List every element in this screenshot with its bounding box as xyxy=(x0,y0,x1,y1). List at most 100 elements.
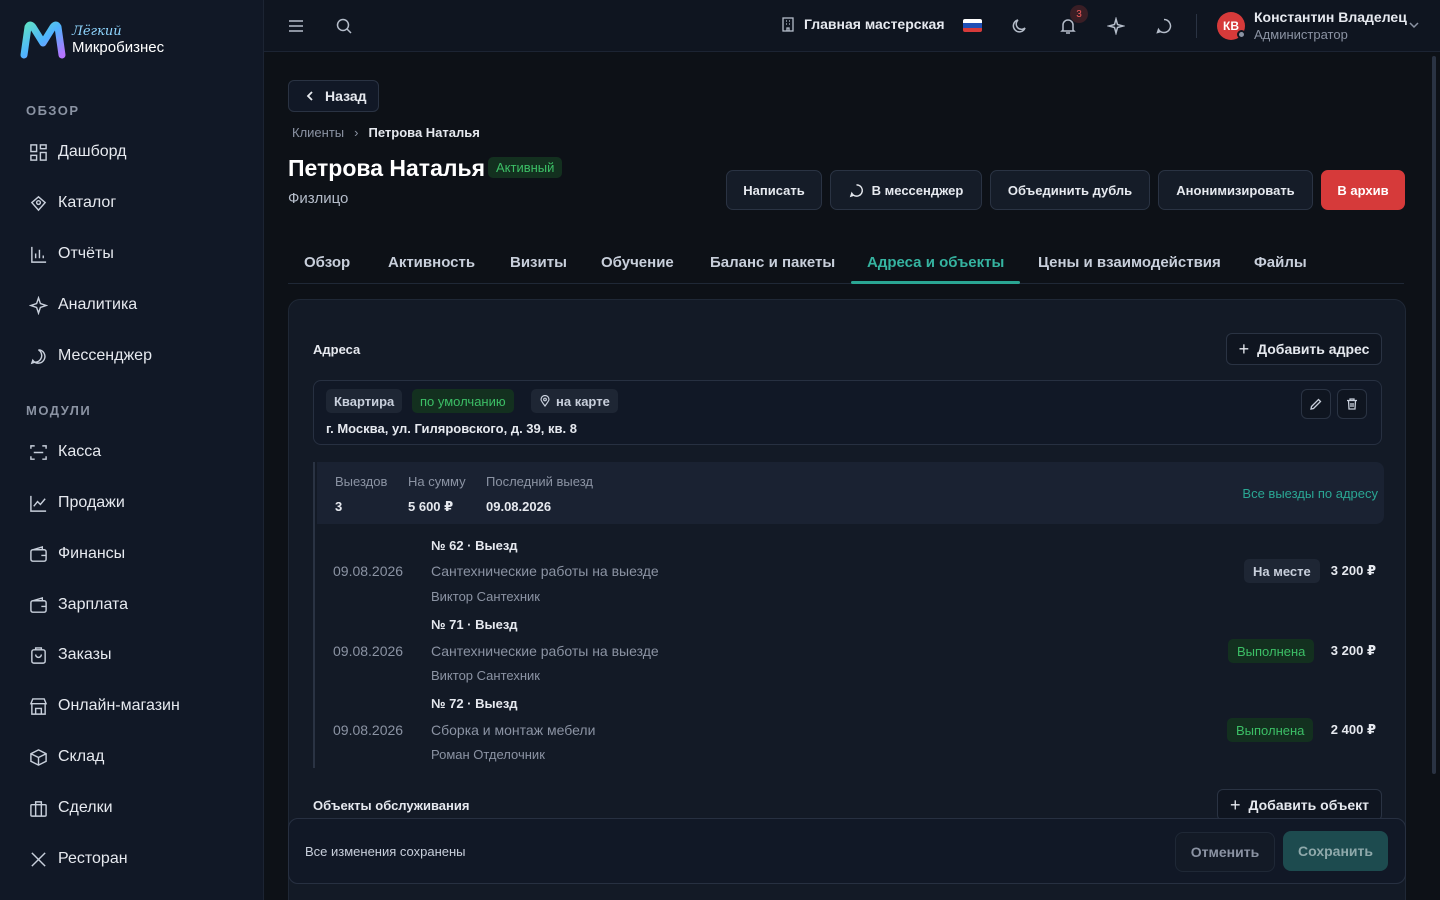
logo-icon xyxy=(20,21,66,59)
messenger-icon xyxy=(28,346,48,366)
sidebar-item-messenger[interactable]: Мессенджер xyxy=(28,344,152,368)
sidebar-item-catalog[interactable]: Каталог xyxy=(28,191,116,215)
sidebar-item-label: Склад xyxy=(58,748,105,765)
sidebar-item-dashboard[interactable]: Дашборд xyxy=(28,140,127,164)
shop-icon xyxy=(28,696,48,716)
sidebar-item-label: Аналитика xyxy=(58,296,138,313)
messenger-button[interactable]: В мессенджер xyxy=(830,170,982,210)
add-address-button[interactable]: + Добавить адрес xyxy=(1226,333,1382,365)
map-chip[interactable]: на карте xyxy=(531,389,618,413)
chevron-left-icon xyxy=(306,91,313,101)
trip-person: Виктор Сантехник xyxy=(431,668,540,683)
tab-balance[interactable]: Баланс и пакеты xyxy=(710,254,835,271)
workshop-label: Главная мастерская xyxy=(804,16,945,32)
trip-person: Роман Отделочник xyxy=(431,747,545,762)
sidebar-item-analytics[interactable]: Аналитика xyxy=(28,293,137,317)
tab-training[interactable]: Обучение xyxy=(601,254,674,271)
add-address-label: Добавить адрес xyxy=(1257,341,1370,357)
chevron-down-icon[interactable] xyxy=(1407,18,1421,32)
tab-activity[interactable]: Активность xyxy=(388,254,475,271)
map-pin-icon xyxy=(540,395,550,407)
tab-addresses[interactable]: Адреса и объекты xyxy=(867,254,1004,271)
edit-address-button[interactable] xyxy=(1301,389,1331,419)
workshop-selector[interactable]: Главная мастерская xyxy=(780,16,945,32)
chat-icon[interactable] xyxy=(1154,16,1174,36)
trip-amount: 3 200 ₽ xyxy=(1330,563,1376,578)
theme-moon-icon[interactable] xyxy=(1010,16,1030,36)
trip-status-badge: Выполнена xyxy=(1227,718,1314,742)
sidebar-item-shop[interactable]: Онлайн-магазин xyxy=(28,694,180,718)
address-card: Квартира по умолчанию на карте г. Москва… xyxy=(313,380,1382,445)
anonymize-label: Анонимизировать xyxy=(1176,182,1295,198)
last-trip-label: Последний выезд xyxy=(486,474,593,489)
trips-count-value: 3 xyxy=(335,499,343,514)
cashbox-icon xyxy=(28,442,48,462)
breadcrumb: Клиенты › Петрова Наталья xyxy=(292,125,480,140)
sparkle-icon[interactable] xyxy=(1106,16,1126,36)
chat-icon xyxy=(849,183,863,197)
anonymize-button[interactable]: Анонимизировать xyxy=(1158,170,1313,210)
brand-tagline: Лёгкий xyxy=(72,24,122,39)
deals-icon xyxy=(28,798,48,818)
search-icon[interactable] xyxy=(334,16,354,36)
scrollbar[interactable] xyxy=(1432,56,1436,774)
tab-files[interactable]: Файлы xyxy=(1254,254,1307,271)
trip-title: № 62 · Выезд xyxy=(431,538,518,553)
sidebar-item-restaurant[interactable]: Ресторан xyxy=(28,847,128,871)
sidebar-item-reports[interactable]: Отчёты xyxy=(28,242,114,266)
sidebar-item-label: Онлайн-магазин xyxy=(58,697,180,714)
trip-description: Сантехнические работы на выезде xyxy=(431,563,659,579)
brand-logo[interactable]: Лёгкий Микробизнес xyxy=(20,20,164,60)
back-button[interactable]: Назад xyxy=(288,80,379,112)
write-label: Написать xyxy=(743,182,805,198)
default-chip: по умолчанию xyxy=(412,389,514,413)
merge-label: Объединить дубль xyxy=(1007,182,1133,198)
sidebar-item-deals[interactable]: Сделки xyxy=(28,796,113,820)
sidebar-item-sales[interactable]: Продажи xyxy=(28,491,125,515)
archive-label: В архив xyxy=(1337,182,1389,198)
status-badge: Активный xyxy=(488,157,563,178)
save-button[interactable]: Сохранить xyxy=(1283,831,1388,871)
trips-sum-label: На сумму xyxy=(408,474,466,489)
all-trips-link[interactable]: Все выезды по адресу xyxy=(1242,486,1378,501)
sidebar-item-payroll[interactable]: Зарплата xyxy=(28,593,128,617)
tab-prices[interactable]: Цены и взаимодействия xyxy=(1038,254,1221,271)
main-content: Назад Клиенты › Петрова Наталья Петрова … xyxy=(264,52,1430,900)
save-status: Все изменения сохранены xyxy=(305,844,466,859)
language-flag-icon[interactable] xyxy=(963,19,982,32)
sidebar-item-cashbox[interactable]: Касса xyxy=(28,440,101,464)
write-button[interactable]: Написать xyxy=(726,170,822,210)
merge-duplicate-button[interactable]: Объединить дубль xyxy=(990,170,1150,210)
sidebar-item-label: Зарплата xyxy=(58,596,129,613)
trip-person: Виктор Сантехник xyxy=(431,589,540,604)
delete-address-button[interactable] xyxy=(1337,389,1367,419)
sidebar-item-label: Касса xyxy=(58,443,102,460)
sidebar: Лёгкий Микробизнес ОБЗОР Дашборд Каталог… xyxy=(0,0,264,900)
cancel-button[interactable]: Отменить xyxy=(1175,832,1275,872)
objects-title: Объекты обслуживания xyxy=(313,798,470,813)
orders-icon xyxy=(28,645,48,665)
brand-name: Микробизнес xyxy=(72,39,165,56)
sidebar-item-orders[interactable]: Заказы xyxy=(28,643,111,667)
tab-overview[interactable]: Обзор xyxy=(304,254,350,271)
archive-button[interactable]: В архив xyxy=(1321,170,1405,210)
trip-date: 09.08.2026 xyxy=(333,722,404,738)
breadcrumb-clients[interactable]: Клиенты xyxy=(292,125,344,140)
addresses-title: Адреса xyxy=(313,342,361,357)
sidebar-item-label: Дашборд xyxy=(58,143,127,160)
topbar-divider xyxy=(1196,14,1197,38)
map-chip-label: на карте xyxy=(556,393,610,409)
dashboard-icon xyxy=(28,142,48,162)
presence-dot xyxy=(1237,30,1246,39)
sidebar-item-label: Финансы xyxy=(58,545,126,562)
topbar: Главная мастерская 3 КВ Константин Владе… xyxy=(264,0,1440,52)
add-object-button[interactable]: + Добавить объект xyxy=(1217,789,1382,821)
sidebar-item-finance[interactable]: Финансы xyxy=(28,542,125,566)
user-name[interactable]: Константин Владелец xyxy=(1254,9,1407,25)
tab-visits[interactable]: Визиты xyxy=(510,254,567,271)
last-trip-value: 09.08.2026 xyxy=(486,499,552,514)
nav-section-modules: МОДУЛИ xyxy=(26,403,92,418)
sidebar-item-warehouse[interactable]: Склад xyxy=(28,745,104,769)
menu-icon[interactable] xyxy=(286,16,306,36)
back-label: Назад xyxy=(325,88,367,104)
